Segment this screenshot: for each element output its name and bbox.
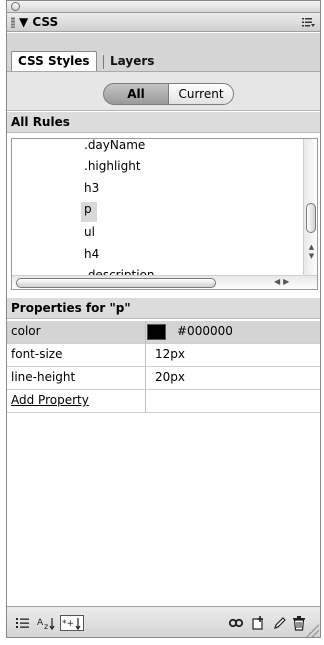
- add-property-link[interactable]: Add Property: [11, 393, 89, 407]
- css-panel: ▼ CSS CSS Styles Layers All Current All …: [6, 0, 321, 638]
- new-css-rule-icon[interactable]: [250, 615, 266, 631]
- attach-style-sheet-icon[interactable]: [228, 615, 244, 631]
- tab-css-styles[interactable]: CSS Styles: [11, 51, 97, 72]
- column-divider: [145, 367, 146, 390]
- column-divider: [145, 321, 146, 344]
- property-name: color: [11, 324, 41, 338]
- rule-item[interactable]: h4: [84, 247, 99, 267]
- property-row[interactable]: font-size 12px: [7, 344, 320, 367]
- column-divider: [145, 344, 146, 367]
- panel-title-strip: [7, 1, 320, 13]
- column-divider: [145, 390, 146, 413]
- svg-text:*+: *+: [62, 619, 74, 629]
- rule-item[interactable]: ul: [84, 225, 95, 245]
- property-value[interactable]: #000000: [177, 324, 233, 338]
- bottom-toolbar: A z *+: [7, 606, 320, 637]
- show-category-view-icon[interactable]: [15, 615, 31, 631]
- rule-item-selected[interactable]: p: [81, 202, 97, 222]
- edit-style-icon[interactable]: [272, 615, 288, 631]
- scroll-arrows-icon[interactable]: ◀▶: [274, 277, 292, 286]
- panel-group-header[interactable]: ▼ CSS: [7, 13, 320, 32]
- property-row[interactable]: line-height 20px: [7, 367, 320, 390]
- rule-item[interactable]: h3: [84, 181, 99, 201]
- vertical-scroll-thumb[interactable]: [306, 203, 316, 233]
- properties-header: Properties for "p": [7, 298, 320, 319]
- property-value[interactable]: 20px: [155, 370, 185, 384]
- panel-group-title[interactable]: ▼ CSS: [19, 15, 58, 29]
- tab-layers[interactable]: Layers: [104, 52, 160, 72]
- tab-label: Layers: [110, 54, 155, 68]
- color-swatch[interactable]: [147, 324, 166, 340]
- property-value[interactable]: 12px: [155, 347, 185, 361]
- mode-toggle-area: All Current: [7, 71, 320, 111]
- property-name: font-size: [11, 347, 63, 361]
- tab-bar: CSS Styles Layers: [7, 33, 320, 72]
- all-rules-header: All Rules: [7, 112, 320, 133]
- rule-item[interactable]: .dayName: [84, 139, 145, 158]
- show-list-view-icon[interactable]: A z: [37, 615, 57, 631]
- svg-text:z: z: [44, 622, 48, 631]
- svg-text:A: A: [37, 618, 44, 628]
- property-row[interactable]: color #000000: [7, 321, 320, 344]
- panel-options-menu-icon[interactable]: [302, 17, 315, 28]
- close-icon[interactable]: [11, 2, 20, 11]
- scroll-arrows-icon[interactable]: ▲ ▼: [305, 243, 317, 261]
- resize-grip-icon[interactable]: [306, 624, 319, 637]
- add-property-row[interactable]: Add Property: [7, 390, 320, 413]
- rules-horizontal-scrollbar[interactable]: ◀▶: [12, 275, 317, 289]
- all-mode-button[interactable]: All: [103, 83, 169, 105]
- horizontal-scroll-thumb[interactable]: [16, 278, 216, 288]
- drag-grip-icon[interactable]: [11, 17, 15, 28]
- property-name: line-height: [11, 370, 76, 384]
- current-mode-button[interactable]: Current: [168, 83, 234, 105]
- rules-list[interactable]: .dayName .highlight h3 p ul h4 .descript…: [11, 138, 318, 290]
- rule-item[interactable]: .highlight: [84, 159, 141, 179]
- delete-css-rule-icon[interactable]: [292, 615, 306, 631]
- show-set-properties-icon[interactable]: *+: [60, 615, 84, 631]
- tab-label: CSS Styles: [18, 54, 90, 68]
- rules-vertical-scrollbar[interactable]: ▲ ▼: [303, 139, 317, 275]
